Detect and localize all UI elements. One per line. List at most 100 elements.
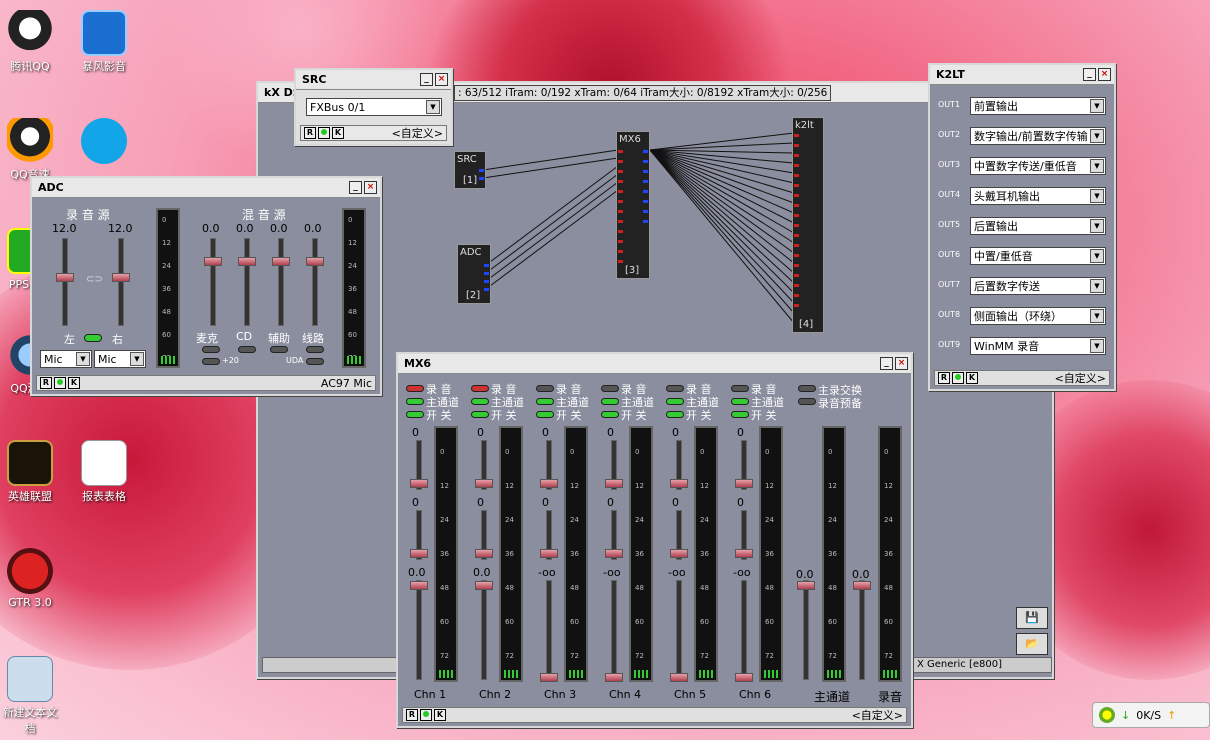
main-toggle[interactable] [536, 398, 554, 405]
port-pin[interactable] [794, 284, 799, 287]
mute-line-toggle[interactable] [306, 346, 324, 353]
record-toggle[interactable] [536, 385, 554, 392]
out-route-select[interactable]: 中置/重低音 ▼ [970, 247, 1106, 265]
port-pin[interactable] [794, 244, 799, 247]
port-pin[interactable] [794, 154, 799, 157]
port-pin[interactable] [484, 280, 489, 283]
link-icon[interactable]: ⊂⊃ [86, 274, 103, 285]
mute-button[interactable]: K [332, 127, 344, 139]
mute-button[interactable]: K [68, 377, 80, 389]
rec-left-source-select[interactable]: Mic ▼ [40, 350, 92, 368]
monitor-toggle[interactable] [798, 398, 816, 405]
desktop-icon-spreadsheet[interactable]: 报表表格 [72, 440, 136, 504]
desktop-icon-skype[interactable] [72, 118, 136, 166]
port-pin[interactable] [479, 177, 484, 180]
slider-knob[interactable] [735, 479, 753, 488]
close-button[interactable]: × [364, 181, 377, 194]
k2lt-titlebar[interactable]: K2LT _ × [930, 65, 1114, 85]
enable-toggle[interactable] [536, 411, 554, 418]
desktop-icon-qq[interactable]: 腾讯QQ [0, 10, 62, 74]
slider-knob[interactable] [306, 257, 324, 266]
top-gain-slider[interactable] [475, 440, 493, 490]
port-pin[interactable] [794, 224, 799, 227]
mute-button[interactable]: K [434, 709, 446, 721]
close-button[interactable]: × [1098, 68, 1111, 81]
swap-toggle[interactable] [798, 385, 816, 392]
port-pin[interactable] [618, 160, 623, 163]
enable-toggle[interactable] [471, 411, 489, 418]
port-pin[interactable] [618, 240, 623, 243]
mix-slider-mic[interactable] [204, 238, 222, 326]
bypass-button[interactable] [54, 377, 66, 389]
port-pin[interactable] [794, 254, 799, 257]
reset-button[interactable]: R [304, 127, 316, 139]
desktop-icon-lol[interactable]: 英雄联盟 [0, 440, 62, 504]
record-toggle[interactable] [731, 385, 749, 392]
slider-knob[interactable] [410, 549, 428, 558]
node-adc[interactable]: ADC [2] [457, 244, 491, 304]
port-pin[interactable] [794, 274, 799, 277]
minimize-button[interactable]: _ [349, 181, 362, 194]
record-toggle[interactable] [406, 385, 424, 392]
network-speed-widget[interactable]: ↓ 0K/S ↑ [1092, 702, 1210, 728]
top-gain-slider[interactable] [670, 440, 688, 490]
volume-slider[interactable] [540, 580, 558, 682]
port-pin[interactable] [643, 180, 648, 183]
volume-slider[interactable] [735, 580, 753, 682]
close-button[interactable]: × [435, 73, 448, 86]
out-route-select[interactable]: 中置数字传送/重低音 ▼ [970, 157, 1106, 175]
slider-knob[interactable] [605, 479, 623, 488]
mute-button[interactable]: K [966, 372, 978, 384]
top-gain-slider[interactable] [735, 440, 753, 490]
volume-slider[interactable] [475, 580, 493, 680]
port-pin[interactable] [794, 204, 799, 207]
mix-slider-aux[interactable] [272, 238, 290, 326]
rec-left-slider[interactable] [56, 238, 74, 326]
port-pin[interactable] [618, 230, 623, 233]
main-toggle[interactable] [666, 398, 684, 405]
close-button[interactable]: × [895, 357, 908, 370]
desktop-icon-textfile[interactable]: 新建文本文档 [0, 656, 62, 736]
master-slider[interactable] [797, 580, 815, 680]
slider-knob[interactable] [112, 273, 130, 282]
port-pin[interactable] [643, 210, 648, 213]
bypass-button[interactable] [318, 127, 330, 139]
slider-knob[interactable] [56, 273, 74, 282]
slider-knob[interactable] [540, 479, 558, 488]
rec-right-source-select[interactable]: Mic ▼ [94, 350, 146, 368]
port-pin[interactable] [794, 304, 799, 307]
out-route-select[interactable]: 后置数字传送 ▼ [970, 277, 1106, 295]
uda-toggle[interactable] [306, 358, 324, 365]
src-titlebar[interactable]: SRC _ × [296, 70, 451, 90]
mic-boost-toggle[interactable] [202, 358, 220, 365]
slider-knob[interactable] [475, 479, 493, 488]
mute-aux-toggle[interactable] [270, 346, 288, 353]
top-gain-slider[interactable] [605, 440, 623, 490]
slider-knob[interactable] [410, 581, 428, 590]
port-pin[interactable] [618, 170, 623, 173]
slider-knob[interactable] [540, 549, 558, 558]
slider-knob[interactable] [204, 257, 222, 266]
adc-titlebar[interactable]: ADC _ × [32, 178, 380, 198]
record-slider[interactable] [853, 580, 871, 680]
port-pin[interactable] [618, 260, 623, 263]
main-toggle[interactable] [471, 398, 489, 405]
mute-mic-toggle[interactable] [202, 346, 220, 353]
slider-knob[interactable] [475, 581, 493, 590]
enable-toggle[interactable] [406, 411, 424, 418]
volume-slider[interactable] [605, 580, 623, 682]
link-led[interactable] [84, 334, 102, 342]
volume-slider[interactable] [670, 580, 688, 682]
port-pin[interactable] [643, 200, 648, 203]
port-pin[interactable] [618, 200, 623, 203]
out-route-select[interactable]: 头戴耳机输出 ▼ [970, 187, 1106, 205]
mx6-preset-menu[interactable]: <自定义> [852, 707, 903, 723]
mx6-titlebar[interactable]: MX6 _ × [398, 354, 911, 374]
port-pin[interactable] [484, 272, 489, 275]
port-pin[interactable] [618, 150, 623, 153]
port-pin[interactable] [484, 264, 489, 267]
top-gain-slider[interactable] [540, 440, 558, 490]
port-pin[interactable] [618, 190, 623, 193]
slider-knob[interactable] [853, 581, 871, 590]
port-pin[interactable] [794, 164, 799, 167]
